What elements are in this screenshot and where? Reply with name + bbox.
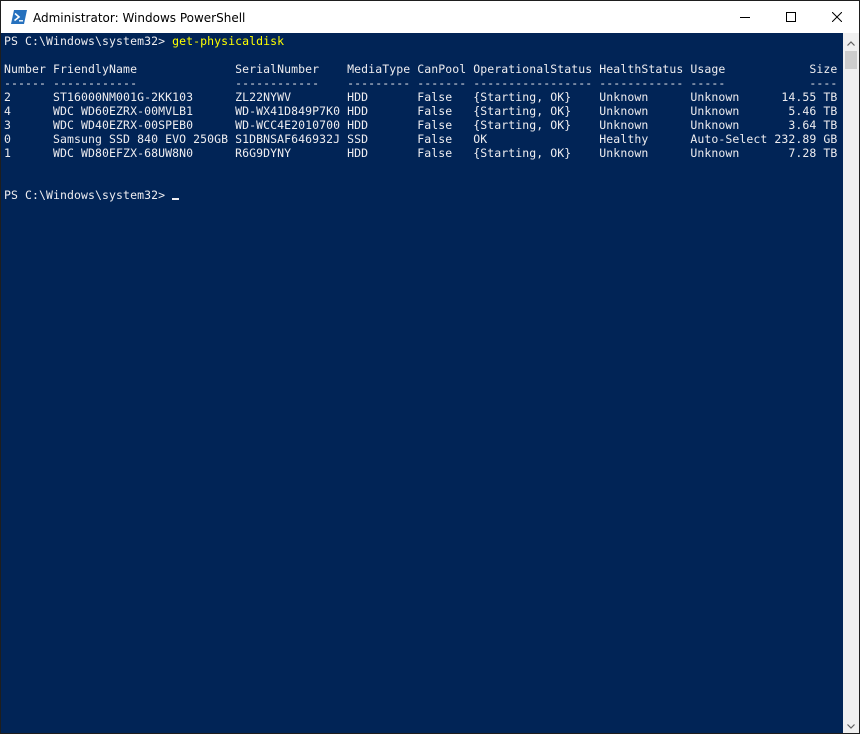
table-separator: ------ ------------ ------------ -------… bbox=[4, 76, 838, 90]
scroll-down-button[interactable] bbox=[843, 716, 859, 733]
powershell-icon[interactable] bbox=[11, 10, 27, 24]
table-row: 0 Samsung SSD 840 EVO 250GB S1DBNSAF6469… bbox=[4, 132, 838, 146]
close-button[interactable] bbox=[814, 1, 859, 33]
minimize-icon bbox=[740, 12, 750, 22]
scrollbar-thumb[interactable] bbox=[845, 51, 857, 69]
close-icon bbox=[832, 12, 842, 22]
prompt-line: PS C:\Windows\system32> bbox=[4, 188, 180, 202]
table-row: 1 WDC WD80EFZX-68UW8N0 R6G9DYNY HDD Fals… bbox=[4, 146, 838, 160]
powershell-window: Administrator: Windows PowerShell PS C:\… bbox=[0, 0, 860, 734]
maximize-icon bbox=[786, 12, 796, 22]
table-row: 2 ST16000NM001G-2KK103 ZL22NYWV HDD Fals… bbox=[4, 90, 838, 104]
arrow-down-icon bbox=[847, 716, 855, 734]
table-row: 4 WDC WD60EZRX-00MVLB1 WD-WX41D849P7K0 H… bbox=[4, 104, 838, 118]
window-title: Administrator: Windows PowerShell bbox=[33, 11, 246, 25]
command-text: get-physicaldisk bbox=[172, 34, 285, 48]
text-cursor bbox=[172, 198, 180, 200]
table-row: 3 WDC WD40EZRX-00SPEB0 WD-WCC4E2010700 H… bbox=[4, 118, 838, 132]
console-output[interactable]: PS C:\Windows\system32> get-physicaldisk… bbox=[1, 33, 843, 733]
command-line: PS C:\Windows\system32> get-physicaldisk bbox=[4, 34, 284, 48]
title-bar[interactable]: Administrator: Windows PowerShell bbox=[1, 1, 859, 33]
table-header: Number FriendlyName SerialNumber MediaTy… bbox=[4, 62, 838, 76]
scrollbar-track[interactable] bbox=[843, 50, 859, 716]
prompt: PS C:\Windows\system32> bbox=[4, 188, 166, 202]
prompt: PS C:\Windows\system32> bbox=[4, 34, 173, 48]
maximize-button[interactable] bbox=[768, 1, 814, 33]
arrow-up-icon bbox=[847, 33, 855, 51]
vertical-scrollbar[interactable] bbox=[843, 33, 859, 733]
scroll-up-button[interactable] bbox=[843, 33, 859, 50]
minimize-button[interactable] bbox=[722, 1, 768, 33]
